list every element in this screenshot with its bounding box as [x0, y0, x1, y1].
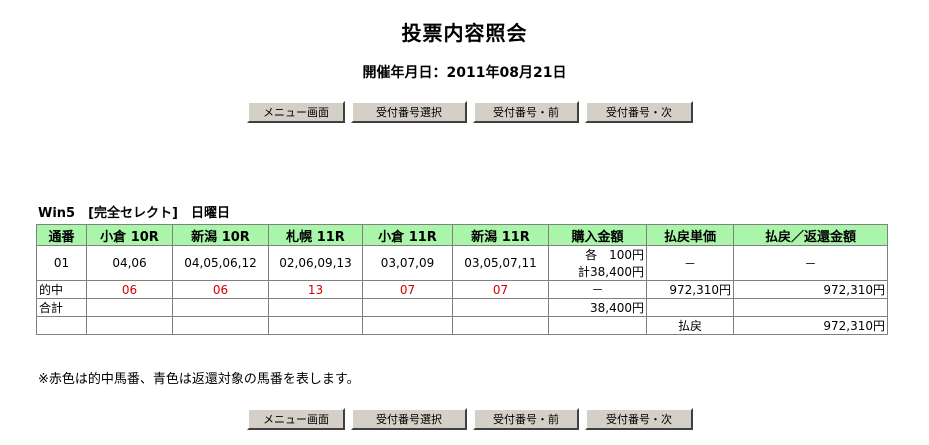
menu-button[interactable]: メニュー画面	[247, 408, 345, 430]
hit-label: 的中	[36, 280, 87, 299]
payout-unit-cell: －	[646, 245, 734, 281]
hit-number: 07	[362, 280, 453, 299]
amount-total: 計38,400円	[578, 265, 644, 279]
payout-total: 972,310円	[733, 316, 888, 335]
prev-receipt-button[interactable]: 受付番号・前	[473, 408, 579, 430]
pick-cell: 04,05,06,12	[172, 245, 269, 281]
page-title: 投票内容照会	[401, 21, 528, 45]
hit-payout-amount: 972,310円	[733, 280, 888, 299]
next-receipt-button[interactable]: 受付番号・次	[585, 408, 693, 430]
header-race-5: 新潟 11R	[452, 224, 549, 246]
next-receipt-button[interactable]: 受付番号・次	[585, 101, 693, 123]
pick-cell: 03,07,09	[362, 245, 453, 281]
serial-cell: 01	[36, 245, 87, 281]
hit-row: 的中 06 06 13 07 07 － 972,310円 972,310円	[36, 280, 888, 299]
payout-row: 払戻 972,310円	[36, 316, 888, 335]
hit-number: 06	[172, 280, 269, 299]
total-amount: 38,400円	[548, 298, 647, 317]
hit-number: 06	[86, 280, 173, 299]
legend-note: ※赤色は的中馬番、青色は返還対象の馬番を表します。	[38, 372, 360, 387]
bottom-button-bar: メニュー画面 受付番号選択 受付番号・前 受付番号・次	[247, 408, 693, 430]
bet-type-title: Win5 [完全セレクト] 日曜日	[38, 206, 230, 221]
prev-receipt-button[interactable]: 受付番号・前	[473, 101, 579, 123]
total-label: 合計	[36, 298, 87, 317]
table-header-row: 通番 小倉 10R 新潟 10R 札幌 11R 小倉 11R 新潟 11R 購入…	[36, 224, 888, 246]
pick-cell: 03,05,07,11	[452, 245, 549, 281]
header-payout-amount: 払戻／返還金額	[733, 224, 888, 246]
header-serial: 通番	[36, 224, 87, 246]
event-date: 開催年月日：2011年08月21日	[362, 65, 567, 81]
pick-cell: 04,06	[86, 245, 173, 281]
header-race-2: 新潟 10R	[172, 224, 269, 246]
bet-results-table: 通番 小倉 10R 新潟 10R 札幌 11R 小倉 11R 新潟 11R 購入…	[36, 224, 888, 335]
select-receipt-button[interactable]: 受付番号選択	[351, 101, 467, 123]
header-purchase-amount: 購入金額	[548, 224, 647, 246]
payout-label: 払戻	[646, 316, 734, 335]
payout-amount-cell: －	[733, 245, 888, 281]
pick-cell: 02,06,09,13	[268, 245, 363, 281]
total-row: 合計 38,400円	[36, 298, 888, 317]
top-button-bar: メニュー画面 受付番号選択 受付番号・前 受付番号・次	[247, 101, 693, 123]
hit-amount: －	[548, 280, 647, 299]
header-payout-unit: 払戻単価	[646, 224, 734, 246]
menu-button[interactable]: メニュー画面	[247, 101, 345, 123]
table-row: 01 04,06 04,05,06,12 02,06,09,13 03,07,0…	[36, 245, 888, 281]
hit-payout-unit: 972,310円	[646, 280, 734, 299]
amount-each: 各 100円	[585, 248, 644, 262]
header-race-4: 小倉 11R	[362, 224, 453, 246]
header-race-1: 小倉 10R	[86, 224, 173, 246]
hit-number: 13	[268, 280, 363, 299]
purchase-amount-cell: 各 100円 計38,400円	[548, 245, 647, 281]
select-receipt-button[interactable]: 受付番号選択	[351, 408, 467, 430]
header-race-3: 札幌 11R	[268, 224, 363, 246]
hit-number: 07	[452, 280, 549, 299]
